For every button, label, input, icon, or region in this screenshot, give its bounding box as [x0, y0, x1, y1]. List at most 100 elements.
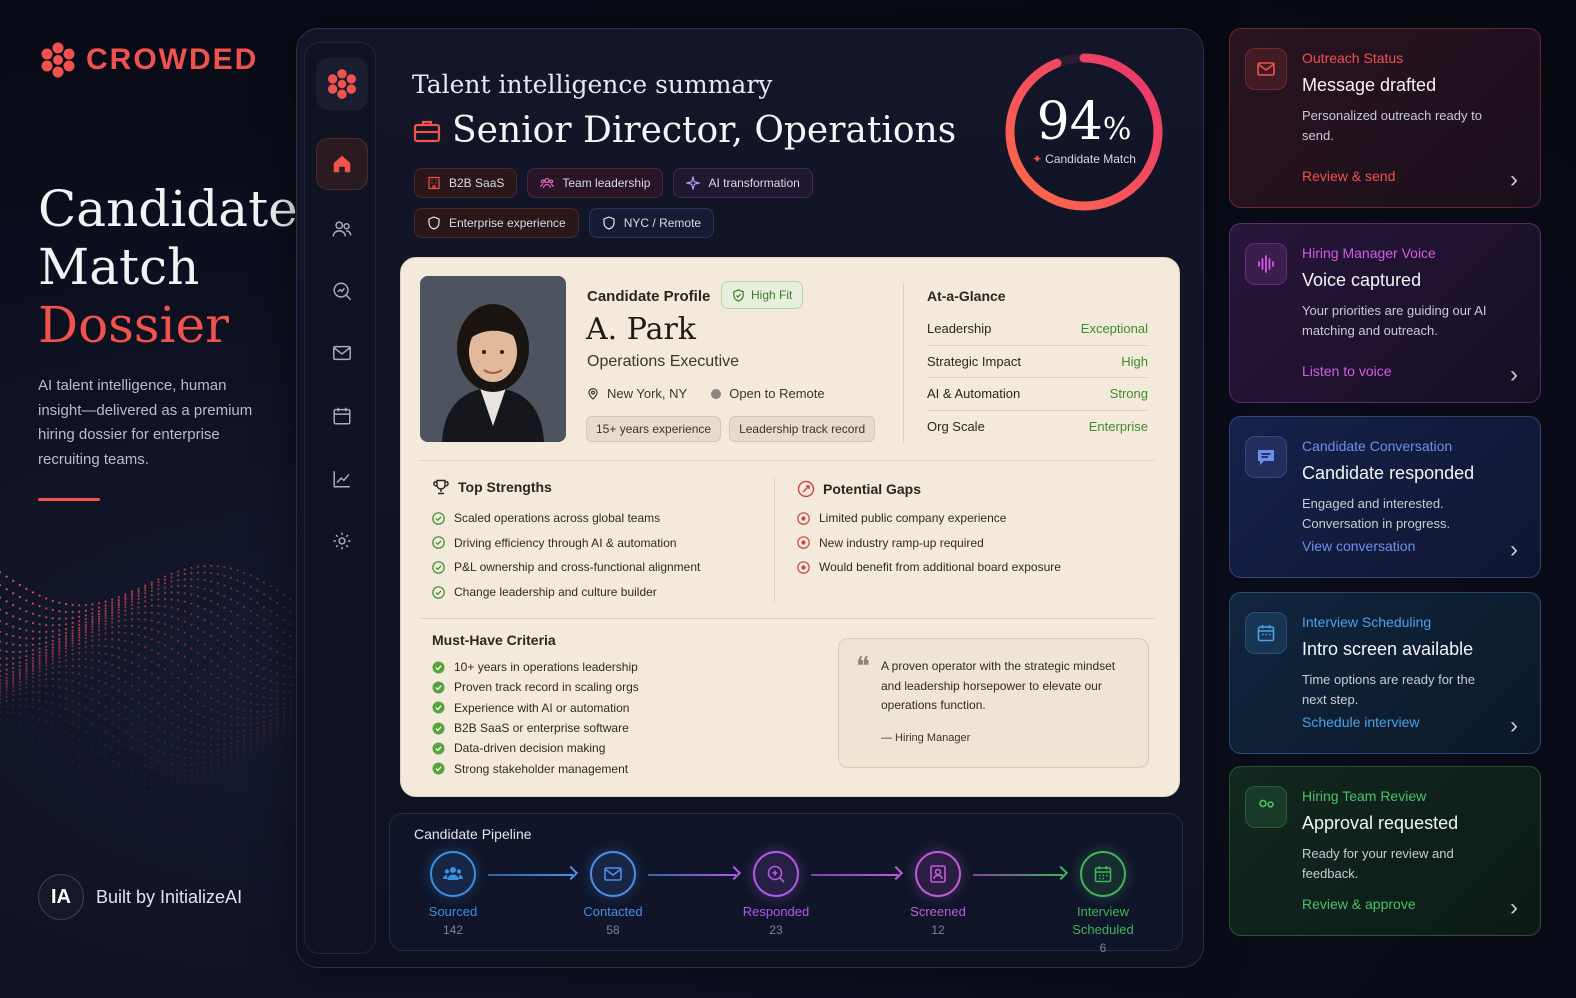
chat-search-icon — [767, 865, 785, 883]
pipeline-node — [430, 851, 476, 897]
initializeai-badge: IA — [38, 874, 84, 920]
hero-line-2: Match — [38, 238, 200, 296]
pipeline-node — [753, 851, 799, 897]
candidate-photo — [420, 276, 566, 442]
quote-attribution: — Hiring Manager — [881, 732, 971, 744]
check-circle-icon — [432, 585, 445, 599]
search-insight-icon — [333, 282, 352, 301]
status-card-link[interactable]: Review & approve — [1302, 896, 1416, 912]
job-title: Senior Director, Operations — [452, 110, 957, 151]
chevron-right-icon[interactable]: › — [1510, 536, 1518, 564]
candidate-role: Operations Executive — [587, 353, 740, 370]
nav-search[interactable] — [316, 265, 368, 317]
strengths-title: Top Strengths — [432, 478, 552, 496]
pipeline-stage-count: 12 — [931, 923, 945, 937]
briefcase-icon — [413, 120, 441, 142]
crowded-logo-icon — [327, 69, 357, 99]
brand-name: CROWDED — [86, 43, 259, 76]
nav-analytics[interactable] — [316, 453, 368, 505]
chip-enterprise-experience[interactable]: Enterprise experience — [414, 208, 579, 238]
chip-location[interactable]: NYC / Remote — [588, 208, 715, 238]
candidate-tags: 15+ years experience Leadership track re… — [586, 416, 876, 442]
calendar-icon — [1245, 612, 1287, 654]
chip-team-leadership[interactable]: Team leadership — [527, 168, 664, 198]
pipeline-stage-label: Contacted — [583, 904, 643, 919]
chevron-right-icon[interactable]: › — [1510, 166, 1518, 194]
chip-ai-transformation[interactable]: AI transformation — [673, 168, 813, 198]
pipeline-title: Candidate Pipeline — [414, 826, 532, 842]
status-card-link[interactable]: View conversation — [1302, 538, 1415, 554]
check-circle-icon — [432, 511, 445, 525]
shield-check-icon — [733, 288, 744, 302]
particle-wave-decoration — [0, 564, 299, 793]
status-card-kicker: Interview Scheduling — [1302, 614, 1432, 630]
profile-section-label: Candidate Profile — [587, 288, 711, 305]
candidate-location: New York, NY Open to Remote — [587, 386, 825, 401]
pipeline-stage-count: 23 — [769, 923, 783, 937]
gap-circle-icon — [797, 511, 810, 525]
status-card-title: Candidate responded — [1302, 463, 1475, 483]
chart-line-icon — [333, 471, 350, 488]
status-card-link[interactable]: Review & send — [1302, 168, 1395, 184]
mail-icon — [333, 345, 351, 361]
nav-candidates[interactable] — [316, 203, 368, 255]
check-circle-icon — [432, 722, 445, 735]
card-divider — [420, 618, 1155, 619]
location-pin-icon — [588, 387, 598, 400]
calendar-icon — [333, 407, 351, 425]
check-circle-icon — [432, 536, 445, 550]
pipeline-stage[interactable]: Sourced 142 — [393, 851, 513, 937]
pipeline-stage[interactable]: Interview Scheduled 6 — [1043, 851, 1163, 955]
check-circle-icon — [432, 681, 445, 694]
list-item: 10+ years in operations leadership — [432, 657, 639, 677]
summary-label: Talent intelligence summary — [412, 70, 773, 99]
nav-messages[interactable] — [316, 327, 368, 379]
status-card-title: Approval requested — [1302, 813, 1459, 833]
status-card-link[interactable]: Listen to voice — [1302, 363, 1392, 379]
chevron-right-icon[interactable]: › — [1510, 894, 1518, 922]
criteria-list: 10+ years in operations leadership Proven… — [432, 657, 639, 779]
sparkle-icon — [686, 176, 701, 190]
pipeline-stage[interactable]: Responded 23 — [716, 851, 836, 937]
candidate-name: A. Park — [586, 312, 696, 347]
chevron-right-icon[interactable]: › — [1510, 712, 1518, 740]
glance-row: Org Scale Enterprise — [927, 419, 1148, 435]
criteria-title: Must-Have Criteria — [432, 632, 556, 648]
list-item: Driving efficiency through AI & automati… — [432, 531, 700, 556]
fit-badge: High Fit — [721, 281, 804, 309]
rail-logo[interactable] — [316, 58, 368, 110]
requirement-chips: B2B SaaS Team leadership AI transformati… — [414, 168, 974, 238]
pipeline-stage[interactable]: Contacted 58 — [553, 851, 673, 937]
team-icon — [1245, 786, 1287, 828]
pipeline-stage-count: 142 — [442, 923, 464, 937]
nav-home[interactable] — [316, 138, 368, 190]
status-card-link[interactable]: Schedule interview — [1302, 714, 1420, 730]
list-item: New industry ramp-up required — [797, 531, 1061, 556]
availability-dot — [711, 388, 722, 399]
list-item: P&L ownership and cross-functional align… — [432, 555, 700, 580]
tag-leadership: Leadership track record — [729, 416, 876, 442]
chip-b2b-saas[interactable]: B2B SaaS — [414, 168, 518, 198]
status-card-kicker: Outreach Status — [1302, 50, 1404, 66]
status-card-title: Intro screen available — [1302, 639, 1474, 659]
quote-icon: ❝ — [856, 652, 870, 682]
pipeline-stage-count: 58 — [606, 923, 620, 937]
nav-settings[interactable] — [316, 515, 368, 567]
pipeline-stage[interactable]: Screened 12 — [878, 851, 998, 937]
chevron-right-icon[interactable]: › — [1510, 361, 1518, 389]
list-item: Data-driven decision making — [432, 738, 639, 758]
hero-description: AI talent intelligence, human insight—de… — [38, 377, 253, 468]
pipeline-stage-label: Responded — [742, 904, 810, 919]
glance-table: Leadership Exceptional Strategic Impact Hi… — [927, 313, 1148, 443]
nav-calendar[interactable] — [316, 390, 368, 442]
glance-row: Leadership Exceptional — [927, 313, 1148, 346]
calendar-icon — [1094, 866, 1112, 883]
gaps-list: Limited public company experience New ind… — [797, 506, 1061, 580]
mail-icon — [1245, 48, 1287, 90]
glance-title: At-a-Glance — [927, 288, 1006, 304]
status-card-kicker: Hiring Manager Voice — [1302, 245, 1436, 261]
hero-line-3: Dossier — [38, 296, 229, 354]
pipeline-stage-label: Screened — [910, 904, 966, 919]
glance-row: Strategic Impact High — [927, 346, 1148, 378]
status-card-title: Message drafted — [1302, 75, 1437, 95]
